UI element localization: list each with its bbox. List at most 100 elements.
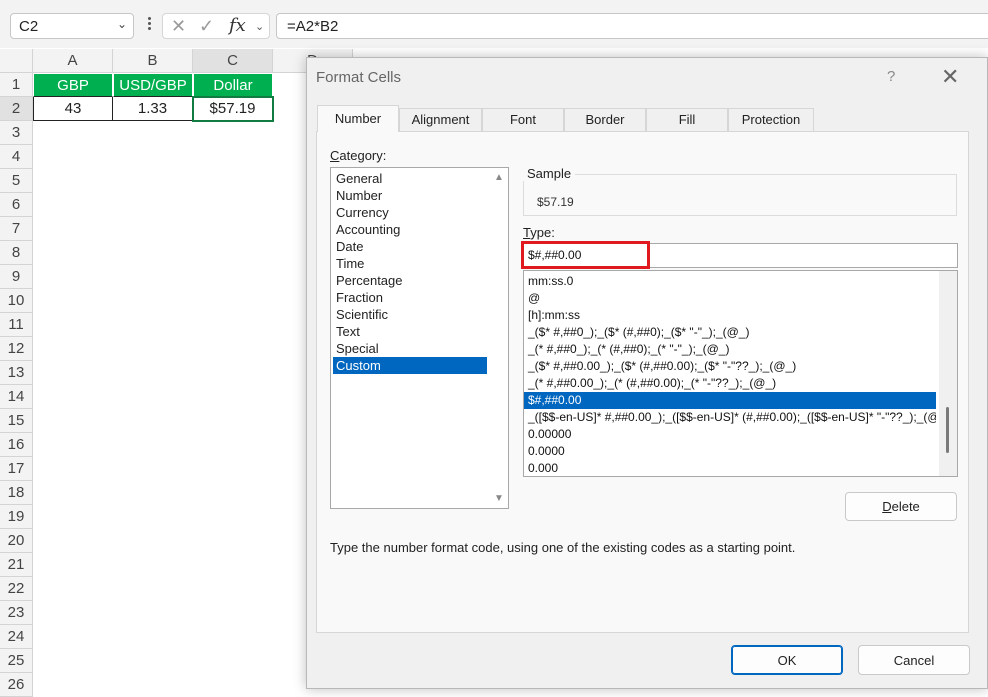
tab-font[interactable]: Font (482, 108, 564, 131)
type-label: Type: (523, 225, 555, 240)
close-icon[interactable]: ✕ (941, 64, 959, 90)
row-header-5[interactable]: 5 (0, 169, 33, 193)
category-scrollbar[interactable]: ▲ ▼ (491, 168, 508, 508)
cancel-button[interactable]: Cancel (858, 645, 970, 675)
chevron-down-icon[interactable]: ⌄ (117, 17, 127, 31)
row-header-22[interactable]: 22 (0, 577, 33, 601)
tab-border[interactable]: Border (564, 108, 646, 131)
scrollbar-thumb[interactable] (946, 407, 949, 453)
format-list-item[interactable]: mm:ss.0 (524, 273, 936, 290)
row-header-3[interactable]: 3 (0, 121, 33, 145)
more-options-icon[interactable] (146, 15, 152, 35)
format-list-item[interactable]: _($* #,##0_);_($* (#,##0);_($* "-"_);_(@… (524, 324, 936, 341)
cell-c2[interactable]: $57.19 (192, 96, 274, 122)
row-header-4[interactable]: 4 (0, 145, 33, 169)
column-header-b[interactable]: B (113, 49, 193, 73)
row-header-12[interactable]: 12 (0, 337, 33, 361)
category-list[interactable]: General Number Currency Accounting Date Time P… (330, 167, 509, 509)
category-item-date[interactable]: Date (333, 238, 487, 255)
category-item-general[interactable]: General (333, 170, 487, 187)
sample-value: $57.19 (537, 195, 574, 209)
row-header-25[interactable]: 25 (0, 649, 33, 673)
format-list-item[interactable]: 0.00000 (524, 426, 936, 443)
cell-b1[interactable]: USD/GBP (113, 73, 193, 97)
category-item-scientific[interactable]: Scientific (333, 306, 487, 323)
format-list-item[interactable]: _(* #,##0.00_);_(* (#,##0.00);_(* "-"??_… (524, 375, 936, 392)
category-item-currency[interactable]: Currency (333, 204, 487, 221)
format-list-item[interactable]: _($* #,##0.00_);_($* (#,##0.00);_($* "-"… (524, 358, 936, 375)
row-header-14[interactable]: 14 (0, 385, 33, 409)
row-header-19[interactable]: 19 (0, 505, 33, 529)
confirm-entry-icon[interactable]: ✓ (199, 16, 214, 37)
format-hint-text: Type the number format code, using one o… (330, 540, 796, 555)
row-header-18[interactable]: 18 (0, 481, 33, 505)
cell-b2[interactable]: 1.33 (113, 97, 193, 121)
tab-number[interactable]: Number (317, 105, 399, 132)
category-item-time[interactable]: Time (333, 255, 487, 272)
formula-buttons: ✕ ✓ fx ⌄ (162, 13, 270, 39)
format-list-item[interactable]: 0.000 (524, 460, 936, 476)
tab-fill[interactable]: Fill (646, 108, 728, 131)
select-all-corner[interactable] (0, 49, 33, 73)
delete-button[interactable]: Delete (845, 492, 957, 521)
category-item-number[interactable]: Number (333, 187, 487, 204)
scroll-up-icon[interactable]: ▲ (494, 172, 504, 183)
cell-c1[interactable]: Dollar (193, 73, 273, 97)
sample-label: Sample (523, 166, 576, 181)
category-item-accounting[interactable]: Accounting (333, 221, 487, 238)
cancel-entry-icon[interactable]: ✕ (171, 16, 186, 37)
category-item-fraction[interactable]: Fraction (333, 289, 487, 306)
row-header-16[interactable]: 16 (0, 433, 33, 457)
help-icon[interactable]: ? (887, 68, 895, 85)
category-label: Category: (330, 148, 387, 163)
row-header-8[interactable]: 8 (0, 241, 33, 265)
row-header-21[interactable]: 21 (0, 553, 33, 577)
category-item-custom[interactable]: Custom (333, 357, 487, 374)
formula-input[interactable]: =A2*B2 (276, 13, 988, 39)
row-header-17[interactable]: 17 (0, 457, 33, 481)
name-box-value: C2 (19, 18, 39, 35)
formula-bar: C2 ⌄ ✕ ✓ fx ⌄ =A2*B2 (0, 0, 988, 48)
name-box[interactable]: C2 ⌄ (10, 13, 134, 39)
row-header-6[interactable]: 6 (0, 193, 33, 217)
row-header-13[interactable]: 13 (0, 361, 33, 385)
cell-a1[interactable]: GBP (33, 73, 113, 97)
row-header-24[interactable]: 24 (0, 625, 33, 649)
column-header-c[interactable]: C (193, 49, 273, 73)
row-header-11[interactable]: 11 (0, 313, 33, 337)
type-highlight-box (521, 241, 650, 269)
chevron-down-icon[interactable]: ⌄ (255, 20, 264, 33)
row-header-9[interactable]: 9 (0, 265, 33, 289)
row-header-23[interactable]: 23 (0, 601, 33, 625)
row-header-26[interactable]: 26 (0, 673, 33, 697)
category-item-text[interactable]: Text (333, 323, 487, 340)
category-item-special[interactable]: Special (333, 340, 487, 357)
cell-a2[interactable]: 43 (33, 97, 113, 121)
column-header-a[interactable]: A (33, 49, 113, 73)
format-list-item[interactable]: _(* #,##0_);_(* (#,##0);_(* "-"_);_(@_) (524, 341, 936, 358)
sample-box (523, 174, 957, 216)
row-header-2[interactable]: 2 (0, 97, 33, 121)
format-code-list[interactable]: mm:ss.0 @ [h]:mm:ss _($* #,##0_);_($* (#,##… (523, 270, 958, 477)
format-list-item[interactable]: @ (524, 290, 936, 307)
format-list-item[interactable]: [h]:mm:ss (524, 307, 936, 324)
row-header-20[interactable]: 20 (0, 529, 33, 553)
tab-protection[interactable]: Protection (728, 108, 814, 131)
category-item-percentage[interactable]: Percentage (333, 272, 487, 289)
tab-alignment[interactable]: Alignment (399, 108, 482, 131)
format-list-item[interactable]: $#,##0.00 (524, 392, 936, 409)
number-tab-panel: Category: General Number Currency Accountin… (316, 131, 969, 633)
format-list-item[interactable]: 0.0000 (524, 443, 936, 460)
ok-button[interactable]: OK (731, 645, 843, 675)
row-header-15[interactable]: 15 (0, 409, 33, 433)
scroll-down-icon[interactable]: ▼ (494, 493, 504, 504)
formula-text: =A2*B2 (287, 18, 339, 35)
row-header-1[interactable]: 1 (0, 73, 33, 97)
row-header-10[interactable]: 10 (0, 289, 33, 313)
row-header-7[interactable]: 7 (0, 217, 33, 241)
format-cells-dialog: Format Cells ? ✕ Number Alignment Font B… (306, 57, 988, 689)
format-list-scrollbar[interactable] (939, 271, 957, 476)
dialog-title: Format Cells (316, 69, 402, 86)
insert-function-icon[interactable]: fx (229, 15, 246, 36)
format-list-item[interactable]: _([$$-en-US]* #,##0.00_);_([$$-en-US]* (… (524, 409, 936, 426)
